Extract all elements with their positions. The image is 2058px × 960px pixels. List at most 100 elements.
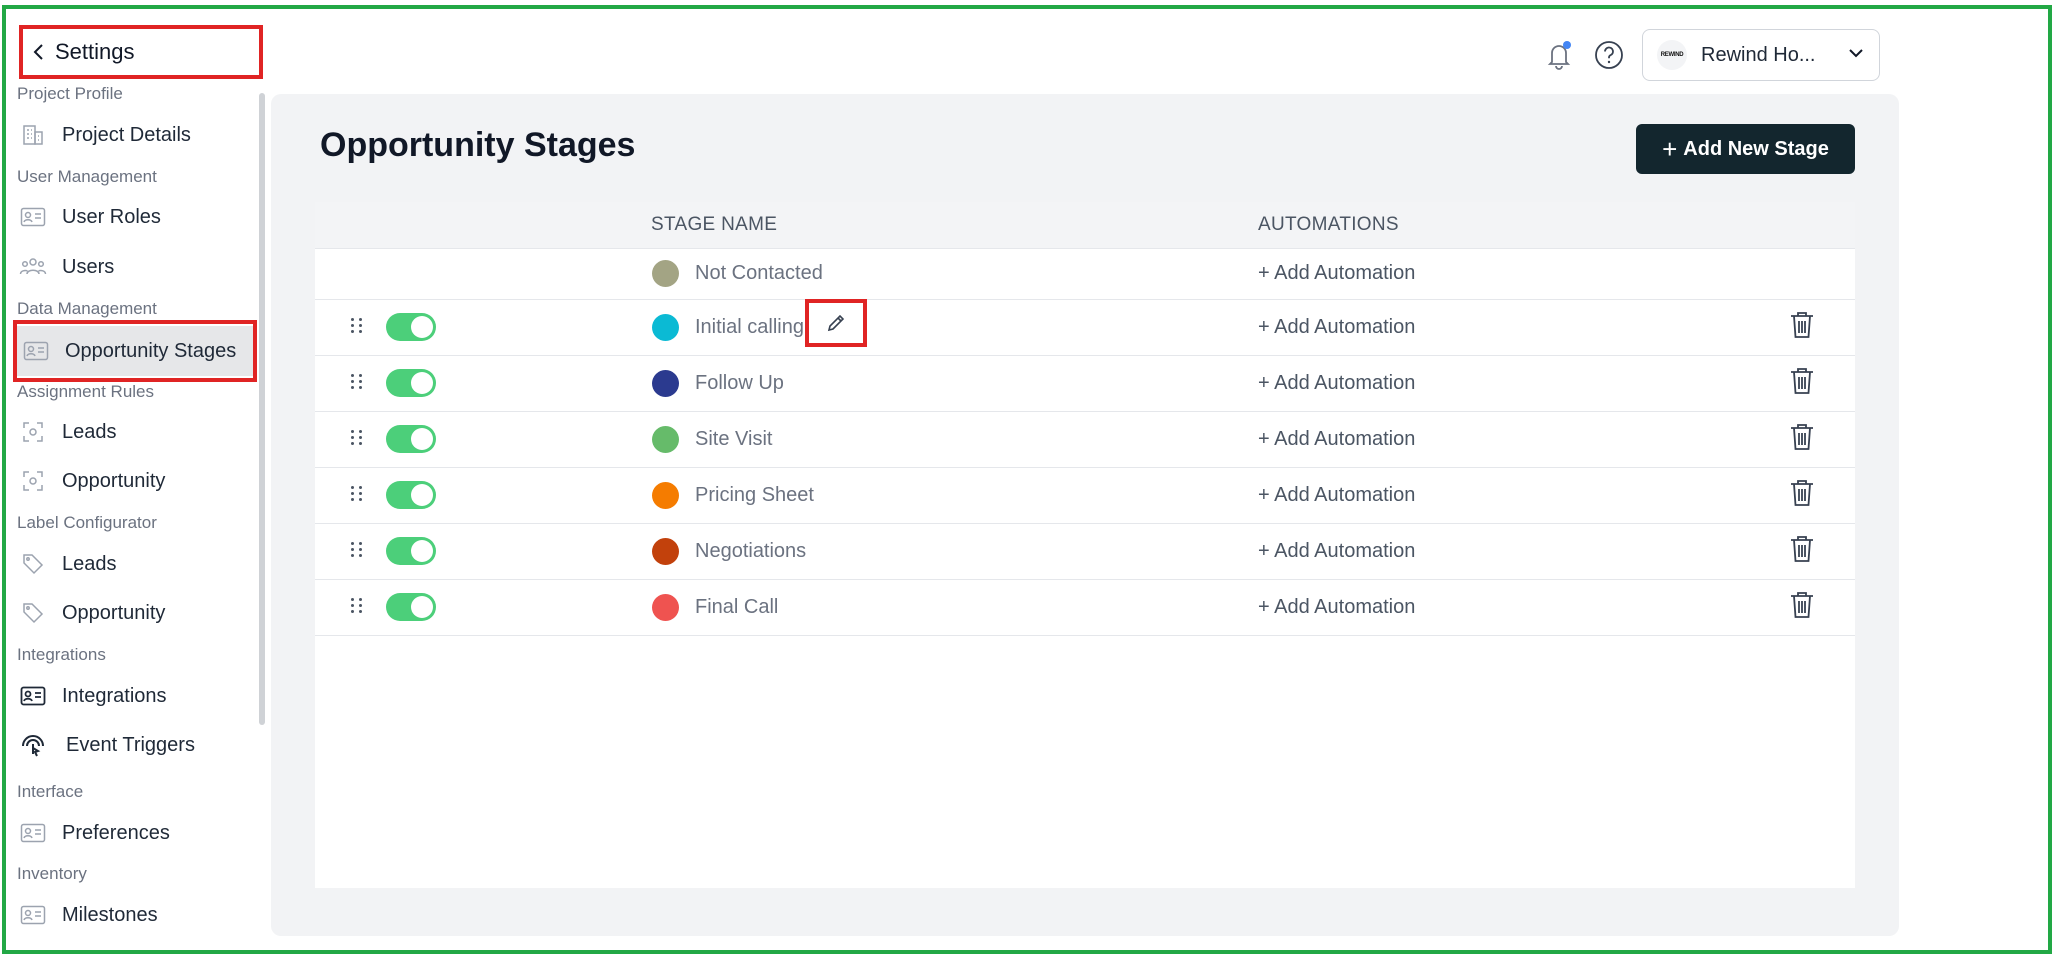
tag-icon [14, 552, 52, 576]
sidebar-item-label: Milestones [62, 903, 158, 926]
sidebar-item-opportunity-stages[interactable]: Opportunity Stages [17, 326, 253, 376]
stage-name: Negotiations [695, 540, 807, 562]
add-new-stage-button[interactable]: + Add New Stage [1636, 124, 1855, 174]
stage-color-dot [652, 538, 679, 565]
trash-icon [1791, 592, 1813, 618]
add-automation-link[interactable]: + Add Automation [1258, 316, 1415, 339]
section-data-management: Data Management [17, 299, 157, 318]
sidebar-scrollbar[interactable] [259, 93, 265, 725]
sidebar-item-user-roles[interactable]: User Roles [14, 193, 254, 241]
delete-stage-button[interactable] [1789, 310, 1815, 345]
account-switcher[interactable]: REWIND Rewind Ho... [1642, 29, 1880, 81]
add-automation-link[interactable]: + Add Automation [1258, 262, 1415, 285]
trash-icon [1791, 368, 1813, 394]
sidebar-item-project-details[interactable]: Project Details [14, 111, 254, 159]
stages-table: STAGE NAME AUTOMATIONS Not Contacted + A… [315, 202, 1855, 888]
sidebar-item-label: Preferences [62, 821, 170, 844]
building-icon [14, 123, 52, 147]
sidebar-item-label-opportunity[interactable]: Opportunity [14, 589, 254, 637]
notification-bell-button[interactable] [1544, 38, 1574, 72]
stage-color-dot [652, 426, 679, 453]
stage-name: Final Call [695, 596, 779, 618]
id-card-icon [14, 686, 52, 706]
delete-stage-button[interactable] [1789, 590, 1815, 625]
stage-enable-toggle[interactable] [386, 313, 436, 341]
stage-name: Pricing Sheet [695, 484, 814, 506]
id-card-icon [17, 341, 55, 361]
drag-handle-icon[interactable] [351, 430, 363, 445]
sidebar: Settings Project Profile Project Details… [0, 0, 270, 960]
page-title: Opportunity Stages [320, 126, 636, 164]
settings-back-button[interactable]: Settings [19, 25, 263, 79]
stage-enable-toggle[interactable] [386, 481, 436, 509]
stage-enable-toggle[interactable] [386, 593, 436, 621]
users-icon [14, 256, 52, 278]
stage-name: Site Visit [695, 428, 773, 450]
section-project-profile: Project Profile [17, 84, 123, 103]
avatar-logo-text: REWIND [1660, 52, 1684, 58]
column-stage-name: STAGE NAME [651, 214, 778, 235]
sidebar-item-users[interactable]: Users [14, 243, 254, 291]
sidebar-item-label: Event Triggers [66, 733, 195, 756]
stage-name: Not Contacted [695, 262, 823, 284]
add-automation-link[interactable]: + Add Automation [1258, 540, 1415, 563]
stage-color-dot [652, 370, 679, 397]
drag-handle-icon[interactable] [351, 318, 363, 333]
add-automation-link[interactable]: + Add Automation [1258, 484, 1415, 507]
touch-icon [14, 730, 52, 760]
sidebar-item-label: Integrations [62, 684, 167, 707]
stage-color-dot [652, 482, 679, 509]
sidebar-item-label: Leads [62, 420, 117, 443]
table-row: Site Visit + Add Automation [315, 412, 1855, 468]
delete-stage-button[interactable] [1789, 534, 1815, 569]
add-new-stage-label: Add New Stage [1683, 137, 1829, 160]
stage-color-dot [652, 314, 679, 341]
stage-enable-toggle[interactable] [386, 369, 436, 397]
trash-icon [1791, 480, 1813, 506]
pencil-icon [827, 314, 845, 332]
drag-handle-icon[interactable] [351, 598, 363, 613]
sidebar-item-milestones[interactable]: Milestones [14, 891, 254, 939]
stage-enable-toggle[interactable] [386, 425, 436, 453]
add-automation-link[interactable]: + Add Automation [1258, 428, 1415, 451]
drag-handle-icon[interactable] [351, 374, 363, 389]
column-automations: AUTOMATIONS [1258, 214, 1399, 235]
bell-icon [1547, 41, 1571, 70]
stage-name: Initial calling [695, 316, 804, 338]
table-row: Negotiations + Add Automation [315, 524, 1855, 580]
section-integrations: Integrations [17, 645, 106, 664]
tag-icon [14, 601, 52, 625]
sidebar-item-integrations[interactable]: Integrations [14, 672, 254, 720]
section-user-management: User Management [17, 167, 157, 186]
section-assignment-rules: Assignment Rules [17, 382, 155, 401]
add-automation-link[interactable]: + Add Automation [1258, 596, 1415, 619]
table-header: STAGE NAME AUTOMATIONS [315, 202, 1855, 249]
delete-stage-button[interactable] [1789, 422, 1815, 457]
account-name: Rewind Ho... [1701, 43, 1816, 66]
delete-stage-button[interactable] [1789, 366, 1815, 401]
section-inventory: Inventory [17, 864, 87, 883]
add-automation-link[interactable]: + Add Automation [1258, 372, 1415, 395]
sidebar-item-event-triggers[interactable]: Event Triggers [14, 721, 254, 769]
sidebar-item-assignment-leads[interactable]: Leads [14, 408, 254, 456]
sidebar-item-preferences[interactable]: Preferences [14, 809, 254, 857]
sidebar-item-label: Opportunity [62, 469, 166, 492]
sidebar-item-assignment-opportunity[interactable]: Opportunity [14, 457, 254, 505]
focus-icon [14, 469, 52, 493]
delete-stage-button[interactable] [1789, 478, 1815, 513]
drag-handle-icon[interactable] [351, 542, 363, 557]
stage-enable-toggle[interactable] [386, 537, 436, 565]
sidebar-item-label-leads[interactable]: Leads [14, 540, 254, 588]
sidebar-item-label: User Roles [62, 205, 161, 228]
id-card-icon [14, 207, 52, 227]
table-row: Pricing Sheet + Add Automation [315, 468, 1855, 524]
help-button[interactable] [1594, 40, 1624, 70]
avatar: REWIND [1657, 40, 1687, 70]
id-card-icon [14, 823, 52, 843]
edit-stage-name-button[interactable] [805, 299, 867, 347]
chevron-left-icon [23, 43, 55, 61]
drag-handle-icon[interactable] [351, 486, 363, 501]
table-row: Initial calling + Add Automation [315, 300, 1855, 356]
stage-color-dot [652, 594, 679, 621]
trash-icon [1791, 424, 1813, 450]
